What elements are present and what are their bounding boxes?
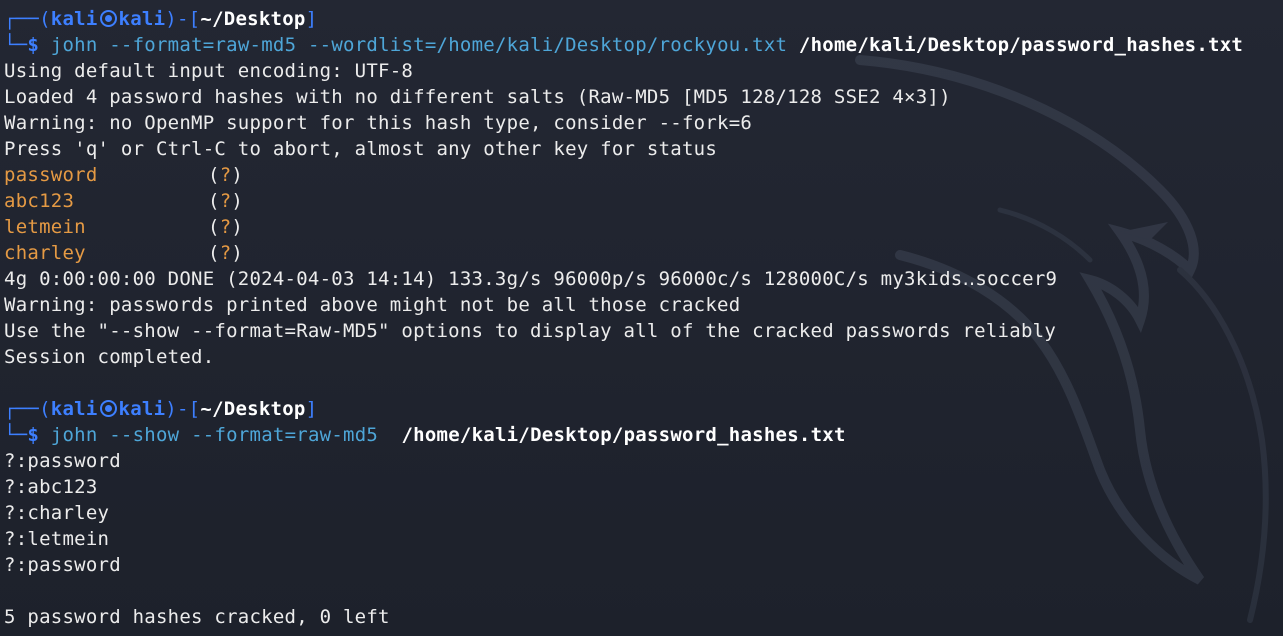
prompt-line-1: ┌──(kali kali)-[~/Desktop] <box>4 6 1279 32</box>
output-line: Warning: no OpenMP support for this hash… <box>4 112 753 134</box>
kali-at-icon <box>99 10 117 27</box>
command-line-2: └─$ john --show --format=raw-md5 /home/k… <box>4 422 1279 448</box>
command-file-arg: /home/kali/Desktop/password_hashes.txt <box>798 34 1244 56</box>
unknown-user-mark: ? <box>219 242 232 264</box>
terminal-output[interactable]: ┌──(kali kali)-[~/Desktop] └─$ john --for… <box>4 6 1279 630</box>
prompt-bracket-close: ] <box>305 8 318 30</box>
cracked-password: charley <box>4 242 86 264</box>
prompt-dollar: $ <box>27 34 40 56</box>
output-line: Session completed. <box>4 346 215 368</box>
prompt-box-bottom: └─ <box>4 34 28 56</box>
paren-close: ) <box>231 190 244 212</box>
prompt-line-2: ┌──(kali kali)-[~/Desktop] <box>4 396 1279 422</box>
command-text: john --format=raw-md5 --wordlist=/home/k… <box>50 34 788 56</box>
command-line-1: └─$ john --format=raw-md5 --wordlist=/ho… <box>4 32 1279 58</box>
status-line: 4g 0:00:00:00 DONE (2024-04-03 14:14) 13… <box>4 268 1058 290</box>
cracked-password: letmein <box>4 216 86 238</box>
prompt-dollar: $ <box>27 424 40 446</box>
paren-close: ) <box>231 216 244 238</box>
command-file-arg: /home/kali/Desktop/password_hashes.txt <box>401 424 846 446</box>
unknown-user-mark: ? <box>219 216 232 238</box>
prompt-bracket-close: ] <box>305 398 318 420</box>
prompt-cwd: ~/Desktop <box>200 8 306 30</box>
show-output-line: ?:abc123 <box>4 476 98 498</box>
cracked-password: abc123 <box>4 190 75 212</box>
prompt-separator: )-[ <box>165 8 201 30</box>
prompt-box-top: ┌──( <box>4 398 51 420</box>
output-line: Loaded 4 password hashes with no differe… <box>4 86 951 108</box>
paren-open: ( <box>208 164 220 186</box>
paren-close: ) <box>231 242 244 264</box>
command-text: john --show --format=raw-md5 <box>50 424 390 446</box>
terminal-window[interactable]: ┌──(kali kali)-[~/Desktop] └─$ john --for… <box>0 0 1283 636</box>
show-output-line: ?:password <box>4 450 121 472</box>
unknown-user-mark: ? <box>219 164 232 186</box>
output-line: Warning: passwords printed above might n… <box>4 294 741 316</box>
prompt-user: kali <box>50 398 98 420</box>
prompt-box-bottom: └─ <box>4 424 28 446</box>
cracked-password-row: password (?) <box>4 162 1279 188</box>
show-output-line: ?:charley <box>4 502 110 524</box>
paren-open: ( <box>208 242 220 264</box>
paren-open: ( <box>208 216 220 238</box>
output-line: Press 'q' or Ctrl-C to abort, almost any… <box>4 138 718 160</box>
prompt-host: kali <box>118 398 166 420</box>
cracked-password: password <box>4 164 98 186</box>
prompt-box-top: ┌──( <box>4 8 51 30</box>
prompt-user: kali <box>50 8 98 30</box>
paren-close: ) <box>231 164 244 186</box>
cracked-password-row: abc123 (?) <box>4 188 1279 214</box>
cracked-password-row: letmein (?) <box>4 214 1279 240</box>
prompt-separator: )-[ <box>165 398 201 420</box>
show-output-line: ?:letmein <box>4 528 110 550</box>
kali-at-icon <box>99 400 117 417</box>
output-line: Using default input encoding: UTF-8 <box>4 60 414 82</box>
cracked-password-row: charley (?) <box>4 240 1279 266</box>
paren-open: ( <box>208 190 220 212</box>
final-summary-line: 5 password hashes cracked, 0 left <box>4 606 390 628</box>
unknown-user-mark: ? <box>219 190 232 212</box>
output-line: Use the "--show --format=Raw-MD5" option… <box>4 320 1057 342</box>
prompt-cwd: ~/Desktop <box>200 398 306 420</box>
show-output-line: ?:password <box>4 554 121 576</box>
prompt-host: kali <box>118 8 166 30</box>
